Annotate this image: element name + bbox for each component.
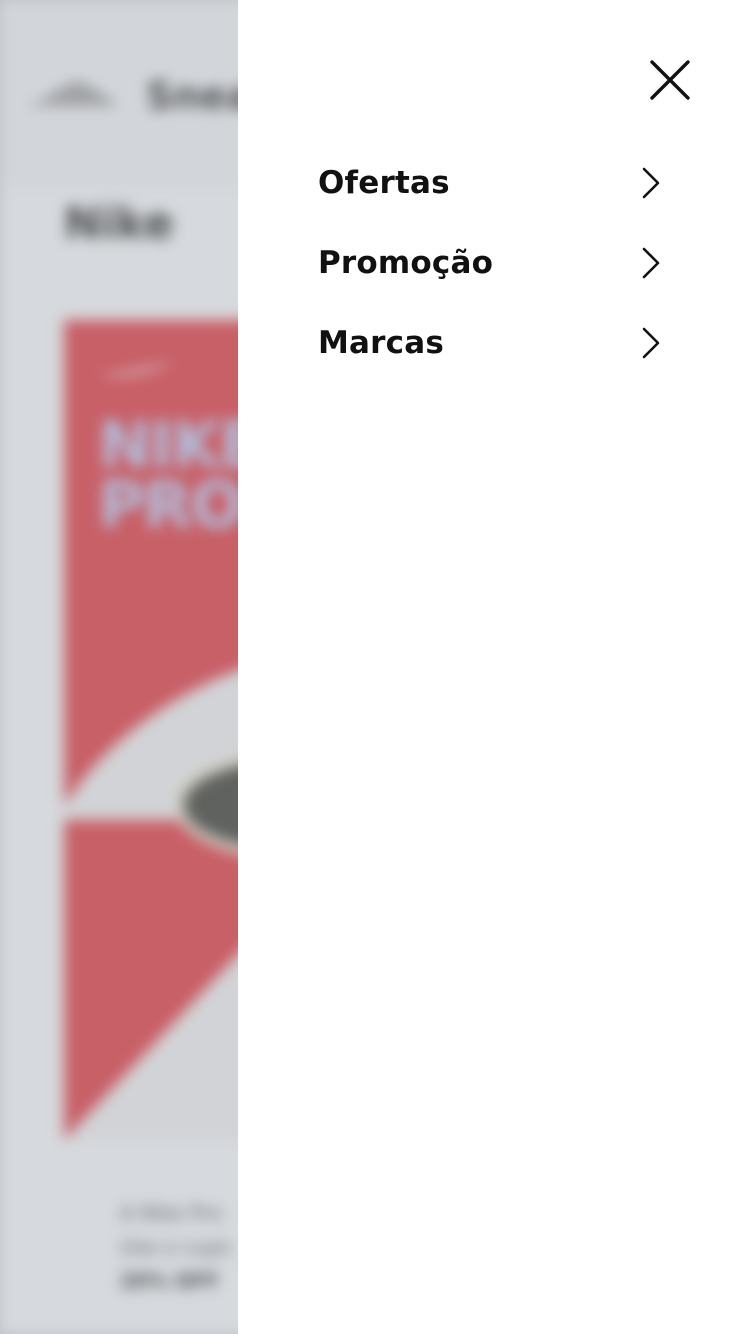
menu-item-label: Marcas	[318, 325, 445, 361]
menu-item-marcas[interactable]: Marcas	[318, 303, 668, 383]
chevron-right-icon	[640, 166, 662, 200]
chevron-right-icon	[640, 326, 662, 360]
menu-item-promocao[interactable]: Promoção	[318, 223, 668, 303]
close-icon	[650, 60, 690, 100]
chevron-right-icon	[640, 246, 662, 280]
menu-item-ofertas[interactable]: Ofertas	[318, 143, 668, 223]
navigation-drawer: Ofertas Promoção Marcas	[238, 0, 750, 1334]
menu-item-label: Ofertas	[318, 165, 450, 201]
drawer-menu: Ofertas Promoção Marcas	[318, 143, 668, 383]
menu-item-label: Promoção	[318, 245, 494, 281]
app-screen: Snea Nike NIKE PRO A Nike Pro Use o cupo…	[0, 0, 750, 1334]
close-button[interactable]	[648, 58, 692, 102]
